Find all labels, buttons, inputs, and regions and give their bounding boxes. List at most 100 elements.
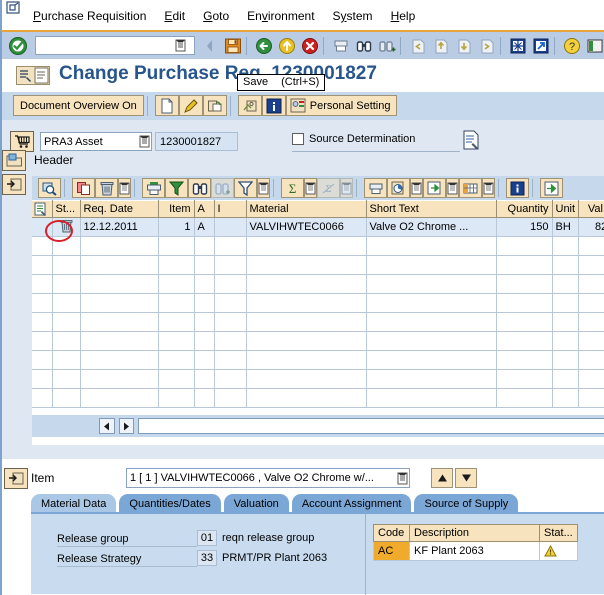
empty-cell[interactable] [578,350,604,370]
info-blue-icon[interactable] [506,178,529,198]
first-page-icon[interactable] [406,36,429,57]
menu-item-edit[interactable]: Edit [155,8,194,24]
empty-cell[interactable] [194,236,215,256]
row-val-price-cell[interactable]: 82.50 [578,217,604,237]
empty-cell[interactable] [32,274,53,294]
empty-cell[interactable] [578,388,604,408]
empty-cell[interactable] [496,236,553,256]
empty-cell[interactable] [80,331,159,351]
empty-cell[interactable] [80,236,159,256]
empty-cell[interactable] [214,274,247,294]
grid-column-material[interactable]: Material [246,200,367,218]
empty-cell[interactable] [246,255,367,275]
row-quantity-cell[interactable]: 150 [496,217,553,237]
chart-pie-icon[interactable] [387,178,410,198]
table-row[interactable] [32,369,604,389]
table-row[interactable] [32,255,604,275]
empty-cell[interactable] [214,255,247,275]
empty-cell[interactable] [552,369,579,389]
table-row[interactable] [32,331,604,351]
grid-column-config-icon[interactable] [32,200,53,218]
empty-cell[interactable] [366,331,497,351]
empty-cell[interactable] [366,388,497,408]
empty-cell[interactable] [80,350,159,370]
tab-valuation[interactable]: Valuation [223,494,289,513]
cancel-x-icon[interactable] [298,36,321,57]
empty-cell[interactable] [32,255,53,275]
empty-cell[interactable] [52,293,81,313]
next-page-icon[interactable] [452,36,475,57]
filter-funnel-icon[interactable] [234,178,257,198]
empty-cell[interactable] [158,312,195,332]
command-field[interactable] [35,36,195,55]
header-folder-icon[interactable] [2,150,26,171]
empty-cell[interactable] [552,236,579,256]
tab-material-data[interactable]: Material Data [31,494,117,513]
empty-cell[interactable] [80,255,159,275]
grid-column-status[interactable]: St... [52,200,81,218]
command-input[interactable] [36,38,174,53]
binoculars-plus-icon[interactable] [211,178,234,198]
empty-cell[interactable] [194,293,215,313]
empty-cell[interactable] [214,331,247,351]
empty-cell[interactable] [194,369,215,389]
empty-cell[interactable] [246,293,367,313]
empty-cell[interactable] [578,236,604,256]
empty-cell[interactable] [552,274,579,294]
grid-column-quantity[interactable]: Quantity [496,200,553,218]
empty-cell[interactable] [246,236,367,256]
empty-cell[interactable] [214,312,247,332]
row-i-cell[interactable] [214,217,247,237]
menu-item-help[interactable]: Help [382,8,425,24]
help-question-icon[interactable]: ? [560,36,583,57]
last-page-icon[interactable] [475,36,498,57]
empty-cell[interactable] [246,274,367,294]
row-material-cell[interactable]: VALVIHWTEC0066 [246,217,367,237]
grid-horizontal-scrollbar[interactable] [32,415,604,437]
grid-column-req-date[interactable]: Req. Date [80,200,159,218]
tab-account-assignment[interactable]: Account Assignment [291,494,412,513]
empty-cell[interactable] [52,236,81,256]
grid-layout-icon[interactable] [459,178,482,198]
empty-cell[interactable] [366,236,497,256]
row-req-date-cell[interactable]: 12.12.2011 [80,217,159,237]
empty-cell[interactable] [194,255,215,275]
empty-cell[interactable] [52,331,81,351]
empty-cell[interactable] [552,350,579,370]
empty-cell[interactable] [32,350,53,370]
table-row[interactable] [32,388,604,408]
print-icon[interactable] [329,36,352,57]
empty-cell[interactable] [80,274,159,294]
pencil-toggle-icon[interactable] [178,95,203,116]
layout-menu-icon[interactable] [583,36,604,57]
source-determination-group[interactable]: Source Determination [292,133,415,145]
empty-cell[interactable] [366,255,497,275]
tab-source-of-supply[interactable]: Source of Supply [414,494,519,513]
empty-cell[interactable] [578,312,604,332]
empty-cell[interactable] [552,293,579,313]
empty-cell[interactable] [246,312,367,332]
empty-cell[interactable] [194,274,215,294]
empty-cell[interactable] [158,350,195,370]
empty-cell[interactable] [496,312,553,332]
empty-cell[interactable] [194,331,215,351]
empty-cell[interactable] [80,312,159,332]
empty-cell[interactable] [158,236,195,256]
dropdown-list-icon[interactable] [304,178,317,198]
menu-item-environment[interactable]: Environment [238,8,323,24]
empty-cell[interactable] [32,312,53,332]
empty-cell[interactable] [366,293,497,313]
row-item-cell[interactable]: 1 [158,217,195,237]
empty-cell[interactable] [80,293,159,313]
empty-cell[interactable] [366,274,497,294]
table-row[interactable]: 12.12.2011 1 A VALVIHWTEC0066 Valve O2 C… [32,217,604,237]
worklist-arrow-icon[interactable] [540,178,563,198]
menu-item-system[interactable]: System [324,8,382,24]
save-button[interactable] [221,36,244,57]
dropdown-list-icon[interactable] [340,178,353,198]
document-overview-on-button[interactable]: Document Overview On [13,95,144,116]
empty-cell[interactable] [80,369,159,389]
shopping-cart-icon[interactable] [10,131,34,152]
empty-cell[interactable] [246,388,367,408]
document-type-field[interactable]: PRA3 Asset [40,132,152,151]
